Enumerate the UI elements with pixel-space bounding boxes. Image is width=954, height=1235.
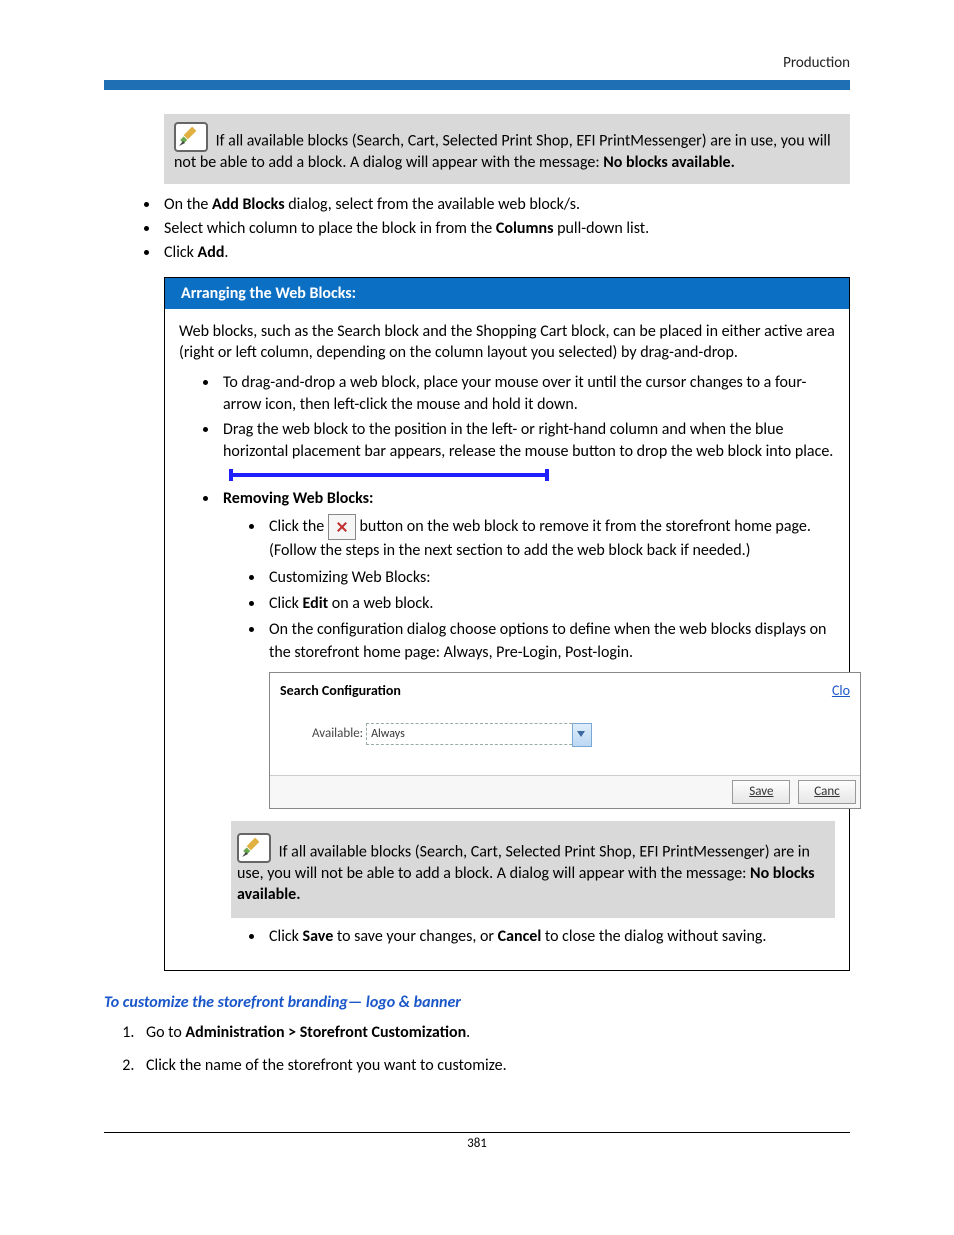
config-title: Search Configuration [280, 681, 401, 701]
list-item: Click Add. [160, 242, 850, 264]
note-box-top: If all available blocks (Search, Cart, S… [164, 114, 850, 184]
page-number: 381 [104, 1132, 850, 1151]
list-item: To drag-and-drop a web block, place your… [219, 372, 835, 417]
list-item: Drag the web block to the position in th… [219, 419, 835, 486]
placement-bar-icon [229, 473, 549, 477]
branding-heading: To customize the storefront branding— lo… [104, 993, 850, 1012]
pencil-icon [237, 833, 271, 863]
available-combobox[interactable]: Always [366, 723, 592, 745]
list-item: Go to Administration > Storefront Custom… [138, 1022, 850, 1044]
save-button[interactable]: Save [732, 780, 790, 804]
header-section-label: Production [783, 54, 850, 72]
top-bullet-list: On the Add Blocks dialog, select from th… [104, 194, 850, 265]
list-item: Select which column to place the block i… [160, 218, 850, 240]
cancel-button[interactable]: Canc [798, 780, 856, 804]
list-item: On the configuration dialog choose optio… [265, 619, 835, 918]
branding-steps: Go to Administration > Storefront Custom… [104, 1022, 850, 1077]
list-item: Click the name of the storefront you wan… [138, 1055, 850, 1077]
search-config-dialog: Search Configuration Clo Available: Alwa… [269, 672, 861, 809]
note1-bold: No blocks available. [603, 153, 735, 172]
close-icon[interactable] [328, 514, 356, 540]
config-close-link[interactable]: Clo [832, 681, 850, 701]
arranging-panel: Arranging the Web Blocks: Web blocks, su… [164, 277, 850, 972]
note2-text: If all available blocks (Search, Cart, S… [237, 842, 810, 883]
list-item: Click Edit on a web block. [265, 593, 835, 615]
list-item: Click the button on the web block to rem… [265, 514, 835, 562]
available-label: Available: [312, 726, 363, 741]
chevron-down-icon[interactable] [572, 723, 592, 747]
list-item: On the Add Blocks dialog, select from th… [160, 194, 850, 216]
pencil-icon [174, 122, 208, 152]
panel-intro: Web blocks, such as the Search block and… [179, 321, 835, 364]
list-item: Customizing Web Blocks: [265, 567, 835, 589]
available-value: Always [371, 727, 405, 741]
list-item: Removing Web Blocks: Click the button on… [219, 488, 835, 949]
header-rule [104, 80, 850, 90]
panel-main-list: To drag-and-drop a web block, place your… [179, 372, 835, 948]
list-item: Click Save to save your changes, or Canc… [265, 926, 835, 948]
panel-sub-list: Click the button on the web block to rem… [223, 514, 835, 948]
note-box-nested: If all available blocks (Search, Cart, S… [231, 821, 835, 918]
panel-title: Arranging the Web Blocks: [165, 278, 849, 309]
